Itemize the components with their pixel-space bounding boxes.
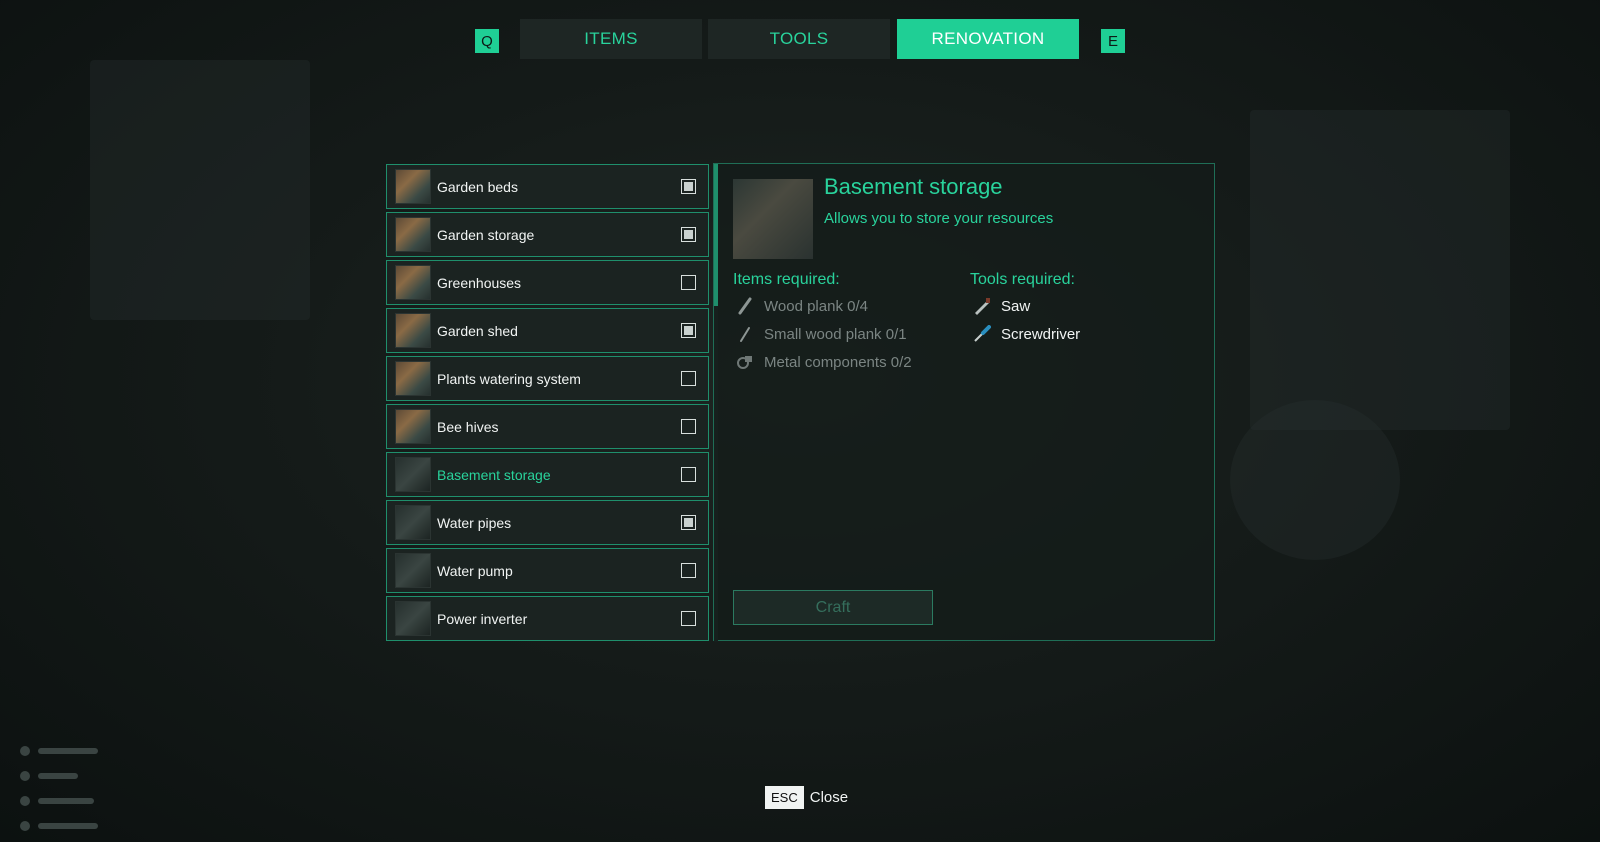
recipe-row-bee-hives[interactable]: Bee hives	[386, 404, 709, 449]
esc-key[interactable]: ESC	[765, 786, 804, 809]
tab-items[interactable]: ITEMS	[520, 19, 702, 59]
background-shelf	[1250, 110, 1510, 430]
hud-dot	[20, 821, 30, 831]
hud-bar	[38, 773, 78, 779]
recipe-row-power-inverter[interactable]: Power inverter	[386, 596, 709, 641]
garden-beds-thumbnail	[395, 169, 431, 204]
hud-indicator	[20, 796, 94, 806]
recipe-checkbox[interactable]	[681, 515, 696, 530]
recipe-row-garden-beds[interactable]: Garden beds	[386, 164, 709, 209]
greenhouses-thumbnail	[395, 265, 431, 300]
hud-dot	[20, 771, 30, 781]
metal-components-icon	[736, 353, 754, 371]
required-item-wood-plank: Wood plank 0/4	[736, 297, 868, 315]
tab-tools[interactable]: TOOLS	[708, 19, 890, 59]
required-item-metal-components: Metal components 0/2	[736, 353, 912, 371]
recipe-checkbox[interactable]	[681, 611, 696, 626]
required-tool-label: Saw	[1001, 297, 1031, 315]
required-item-small-wood-plank: Small wood plank 0/1	[736, 325, 907, 343]
close-hint[interactable]: ESC Close	[765, 786, 848, 809]
recipe-row-garden-shed[interactable]: Garden shed	[386, 308, 709, 353]
wood-plank-icon	[736, 297, 754, 315]
hud-bar	[38, 798, 94, 804]
required-tool-label: Screwdriver	[1001, 325, 1081, 343]
garden-shed-thumbnail	[395, 313, 431, 348]
screwdriver-icon	[973, 325, 991, 343]
prev-tab-key[interactable]: Q	[475, 29, 499, 53]
recipe-checkbox[interactable]	[681, 275, 696, 290]
required-tool-saw: Saw	[973, 297, 1030, 315]
bee-hives-thumbnail	[395, 409, 431, 444]
hud-indicator	[20, 771, 78, 781]
recipe-row-water-pipes[interactable]: Water pipes	[386, 500, 709, 545]
recipe-row-greenhouses[interactable]: Greenhouses	[386, 260, 709, 305]
recipe-label: Water pump	[437, 562, 513, 579]
recipe-checkbox[interactable]	[681, 323, 696, 338]
recipe-label: Basement storage	[437, 466, 551, 483]
recipe-label: Greenhouses	[437, 274, 522, 291]
list-scrollbar-thumb[interactable]	[714, 164, 718, 306]
recipe-label: Water pipes	[437, 514, 512, 531]
recipe-label: Power inverter	[437, 610, 528, 627]
recipe-checkbox[interactable]	[681, 179, 696, 194]
hud-indicator	[20, 821, 98, 831]
saw-icon	[973, 297, 991, 315]
recipe-detail-panel: Basement storage Allows you to store you…	[713, 163, 1215, 641]
power-inverter-thumbnail	[395, 601, 431, 636]
recipe-label: Garden beds	[437, 178, 518, 195]
hud-dot	[20, 746, 30, 756]
recipe-row-plants-watering-system[interactable]: Plants watering system	[386, 356, 709, 401]
checkbox-fill	[684, 182, 693, 191]
required-item-label: Wood plank 0/4	[764, 297, 868, 315]
recipe-label: Garden shed	[437, 322, 518, 339]
close-label[interactable]: Close	[810, 789, 848, 806]
recipe-checkbox[interactable]	[681, 227, 696, 242]
required-item-label: Small wood plank 0/1	[764, 325, 907, 343]
recipe-checkbox[interactable]	[681, 371, 696, 386]
detail-description: Allows you to store your resources	[824, 210, 1054, 227]
watering-system-thumbnail	[395, 361, 431, 396]
next-tab-key[interactable]: E	[1101, 29, 1125, 53]
background-object	[1230, 400, 1400, 560]
checkbox-fill	[684, 518, 693, 527]
water-pipes-thumbnail	[395, 505, 431, 540]
required-tool-screwdriver: Screwdriver	[973, 325, 1080, 343]
hud-dot	[20, 796, 30, 806]
checkbox-fill	[684, 230, 693, 239]
recipe-row-water-pump[interactable]: Water pump	[386, 548, 709, 593]
detail-title: Basement storage	[824, 174, 1003, 199]
recipe-checkbox[interactable]	[681, 467, 696, 482]
recipe-row-basement-storage[interactable]: Basement storage	[386, 452, 709, 497]
hud-bar	[38, 748, 98, 754]
background-shelf	[90, 60, 310, 320]
tab-renovation[interactable]: RENOVATION	[897, 19, 1079, 59]
garden-storage-thumbnail	[395, 217, 431, 252]
recipe-checkbox[interactable]	[681, 563, 696, 578]
water-pump-thumbnail	[395, 553, 431, 588]
recipe-label: Bee hives	[437, 418, 499, 435]
hud-bar	[38, 823, 98, 829]
checkbox-fill	[684, 326, 693, 335]
basement-storage-preview	[733, 179, 813, 259]
basement-storage-thumbnail	[395, 457, 431, 492]
recipe-checkbox[interactable]	[681, 419, 696, 434]
small-wood-plank-icon	[736, 325, 754, 343]
recipe-label: Garden storage	[437, 226, 535, 243]
items-required-heading: Items required:	[733, 271, 840, 288]
recipe-label: Plants watering system	[437, 370, 581, 387]
recipe-list[interactable]: Garden beds Garden storage Greenhouses G…	[386, 164, 711, 642]
tools-required-heading: Tools required:	[970, 271, 1075, 288]
required-item-label: Metal components 0/2	[764, 353, 912, 371]
hud-indicator	[20, 746, 98, 756]
recipe-row-garden-storage[interactable]: Garden storage	[386, 212, 709, 257]
craft-button[interactable]: Craft	[733, 590, 933, 625]
